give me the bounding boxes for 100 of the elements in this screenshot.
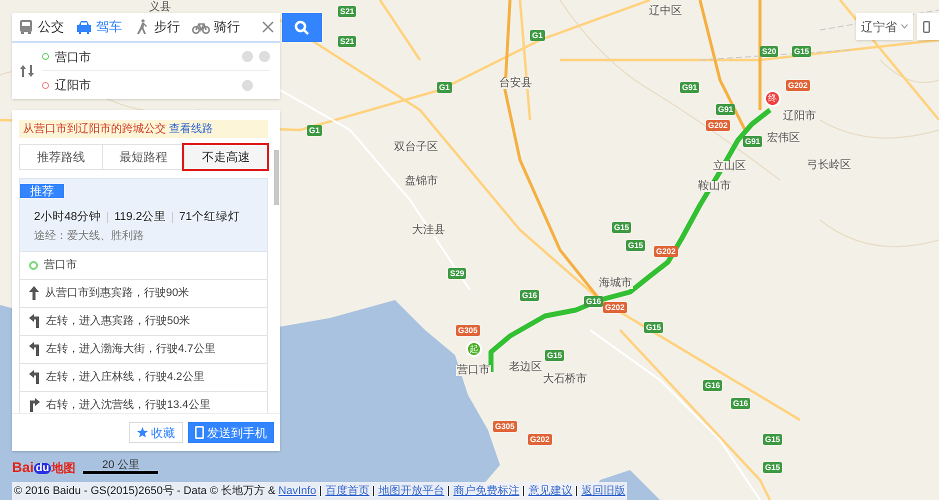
road-shield: S21 [338, 6, 356, 17]
road-shield: G16 [520, 290, 540, 301]
right-turn-arrow-icon [29, 398, 40, 412]
start-point-icon [29, 260, 38, 270]
search-button[interactable] [282, 13, 322, 42]
step-text: 营口市 [44, 258, 77, 273]
step-text: 右转，进入沈营线，行驶13.4公里 [46, 398, 210, 413]
footer-link[interactable]: 返回旧版 [581, 482, 626, 500]
road-shield: G16 [584, 296, 604, 307]
road-shield: G305 [456, 325, 480, 336]
route-step[interactable]: 右转，进入沈营线，行驶13.4公里 [19, 392, 268, 413]
road-shield: G91 [680, 82, 700, 93]
left-turn-arrow-icon [29, 370, 40, 384]
route-step[interactable]: 左转，进入惠宾路，行驶50米 [19, 308, 268, 336]
road-shield: G15 [792, 46, 812, 57]
chevron-down-icon [901, 24, 908, 29]
search-icon [294, 20, 310, 36]
duration-text: 2小时48分钟 [34, 210, 102, 225]
send-to-phone-button[interactable]: 发送到手机 [188, 422, 274, 443]
travel-mode-tab[interactable]: 公交 [12, 13, 70, 41]
route-step[interactable]: 从营口市到惠宾路，行驶90米 [19, 280, 268, 308]
route-step[interactable]: 营口市 [19, 252, 268, 280]
map-label: 老边区 [508, 362, 543, 373]
map-label: 大洼县 [411, 225, 446, 236]
start-point-icon [42, 53, 49, 60]
road-shield: G15 [763, 462, 782, 473]
scrollbar-thumb[interactable] [274, 150, 279, 205]
map-label: 盘锦市 [404, 176, 439, 187]
travel-mode-tab[interactable]: 骑行 [186, 13, 246, 41]
map-label: 营口市 [456, 365, 491, 376]
road-shield: G202 [706, 120, 730, 131]
map-label: 鞍山市 [697, 181, 732, 192]
copyright-text: © 2016 Baidu - GS(2015)2650号 - Data © 长地万方 & [14, 484, 276, 499]
road-shield: G91 [743, 136, 762, 147]
left-turn-arrow-icon [29, 342, 40, 356]
road-shield: G16 [731, 398, 750, 409]
phone-icon [923, 20, 930, 32]
road-shield: G202 [528, 434, 552, 445]
road-shield: S20 [760, 46, 778, 57]
road-shield: S21 [338, 36, 356, 47]
travel-mode-tab[interactable]: 步行 [128, 13, 186, 41]
map-label: 双台子区 [393, 142, 439, 153]
route-step[interactable]: 左转，进入庄林线，行驶4.2公里 [19, 364, 268, 392]
map-label: 义县 [148, 2, 172, 13]
route-plan-card[interactable]: 推荐 2小时48分钟 119.2公里 71个红绿灯 途经：爱大线、胜利路 [19, 178, 268, 252]
distance-text: 119.2公里 [114, 210, 166, 225]
route-option-tab[interactable]: 不走高速 [184, 145, 268, 169]
road-shield: G202 [786, 80, 810, 91]
map-label: 海城市 [598, 278, 633, 289]
road-shield: G305 [493, 421, 517, 432]
map-label: 大石桥市 [542, 374, 588, 385]
step-text: 左转，进入庄林线，行驶4.2公里 [46, 370, 204, 385]
map-label: 台安县 [498, 78, 533, 89]
close-icon[interactable] [262, 21, 274, 33]
traffic-lights-text: 71个红绿灯 [179, 210, 240, 225]
footer-link[interactable]: 地图开放平台 [378, 482, 444, 500]
travel-mode-tab[interactable]: 驾车 [70, 13, 128, 41]
route-link[interactable]: 查看线路 [169, 120, 213, 138]
car-icon [76, 19, 92, 35]
footer-link[interactable]: NavInfo [278, 482, 316, 500]
scale-bar: 20 公里 [83, 459, 158, 474]
bus-icon [18, 19, 34, 35]
start-input-field[interactable]: 营口市 [55, 48, 236, 66]
road-shield: G16 [703, 380, 722, 391]
road-shield: G15 [626, 240, 646, 251]
map-label: 弓长岭区 [806, 160, 852, 171]
footer-link[interactable]: 意见建议 [528, 482, 572, 500]
map-label: 宏伟区 [766, 133, 801, 144]
road-shield: G202 [654, 246, 678, 257]
road-shield: S29 [448, 268, 466, 279]
recommended-badge: 推荐 [20, 184, 64, 198]
footer-link[interactable]: 商户免费标注 [453, 482, 520, 500]
favorite-button[interactable]: 收藏 [129, 422, 183, 443]
end-point-icon [42, 82, 49, 88]
road-shield: G15 [763, 434, 782, 445]
swap-icon[interactable] [20, 65, 34, 77]
step-text: 左转，进入惠宾路，行驶50米 [46, 314, 190, 329]
road-shield: G15 [644, 322, 664, 333]
road-shield: G91 [716, 104, 736, 115]
star-icon [137, 427, 148, 438]
road-shield: G1 [530, 30, 545, 41]
logo-text: Bai [12, 460, 34, 474]
notice-text: 从营口市到辽阳市的跨城公交 [23, 122, 166, 137]
province-dropdown[interactable]: 辽宁省 [856, 13, 913, 40]
map-label: 辽中区 [648, 6, 683, 17]
left-turn-arrow-icon [29, 314, 40, 328]
phone-icon [195, 426, 204, 439]
footer-link[interactable]: 百度首页 [325, 482, 370, 500]
road-shield: G15 [545, 350, 564, 361]
road-shield: G1 [437, 82, 452, 93]
via-text: 途经：爱大线、胜利路 [33, 229, 145, 244]
step-text: 从营口市到惠宾路，行驶90米 [45, 286, 190, 301]
road-shield: G202 [603, 302, 627, 313]
end-input-field[interactable]: 辽阳市 [55, 76, 236, 94]
step-text: 左转，进入渤海大街，行驶4.7公里 [46, 342, 216, 357]
logo-text: 地图 [51, 462, 76, 474]
route-step[interactable]: 左转，进入渤海大街，行驶4.7公里 [19, 336, 268, 364]
map-label: 辽阳市 [782, 111, 817, 122]
walking-person-icon [134, 19, 150, 35]
straight-arrow-icon [29, 286, 39, 300]
